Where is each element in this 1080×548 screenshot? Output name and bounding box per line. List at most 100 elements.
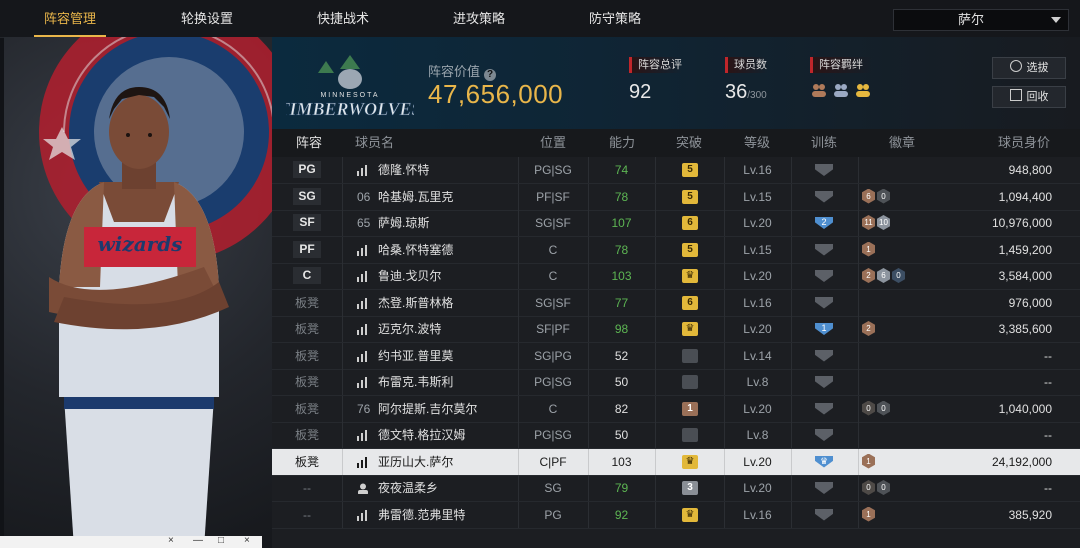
col-breakthrough: 突破 xyxy=(676,135,703,150)
player-value: -- xyxy=(1044,348,1052,363)
close-window-icon[interactable]: × xyxy=(244,535,250,546)
badge-icon[interactable]: 1 xyxy=(862,453,875,469)
badge-icon[interactable]: 1 xyxy=(862,241,875,257)
tab-rotation[interactable]: 轮换设置 xyxy=(171,0,243,37)
minimize-icon[interactable]: — xyxy=(193,535,203,546)
training-badge[interactable] xyxy=(815,482,833,494)
badge-icon[interactable]: 10 xyxy=(877,215,890,230)
badge-icon[interactable]: 2 xyxy=(862,321,875,336)
badge-list: 1 xyxy=(862,506,875,522)
column-divider xyxy=(342,316,343,342)
badge-list: 2 xyxy=(862,321,875,336)
bond-silver-icon[interactable] xyxy=(832,82,850,98)
tab-quick-tactics[interactable]: 快捷战术 xyxy=(307,0,379,37)
player-dropdown-value: 萨尔 xyxy=(957,12,984,27)
training-badge[interactable] xyxy=(815,349,833,362)
refresh-icon xyxy=(1009,60,1022,72)
player-level: Lv.20 xyxy=(743,454,772,469)
col-slot: 阵容 xyxy=(296,135,323,150)
table-row[interactable]: PG 德隆.怀特 PG|SG 74 5 Lv.16 948,800 xyxy=(272,157,1080,184)
column-divider xyxy=(342,289,343,316)
badge-icon[interactable]: 0 xyxy=(877,188,890,204)
badge-icon[interactable]: 0 xyxy=(862,480,875,495)
player-name[interactable]: 德文特.格拉汉姆 xyxy=(378,422,465,448)
table-row[interactable]: 板凳 布雷克.韦斯利 PG|SG 50 Lv.8 -- xyxy=(272,369,1080,396)
table-row[interactable]: -- 弗雷德.范弗里特 PG 92 ♛ Lv.16 1 385,920 xyxy=(272,501,1080,529)
training-badge[interactable] xyxy=(815,376,833,388)
draft-button[interactable]: 选拔 xyxy=(992,57,1066,79)
training-badge[interactable] xyxy=(815,402,833,415)
player-name[interactable]: 哈基姆.瓦里克 xyxy=(378,184,453,210)
training-badge[interactable]: 2 xyxy=(815,217,833,229)
badge-icon[interactable]: 0 xyxy=(862,400,875,416)
column-divider xyxy=(342,422,343,448)
breakthrough-badge: 3 xyxy=(682,481,698,495)
slot-label: SG xyxy=(293,187,321,205)
column-divider xyxy=(791,236,792,263)
badge-icon[interactable]: 11 xyxy=(862,215,875,230)
training-badge[interactable] xyxy=(815,429,833,441)
tab-lineup[interactable]: 阵容管理 xyxy=(34,0,106,37)
team-logo: MINNESOTA TIMBERWOLVES xyxy=(278,51,422,121)
column-divider xyxy=(791,157,792,183)
player-name[interactable]: 德隆.怀特 xyxy=(378,157,429,183)
bond-bronze-icon[interactable] xyxy=(810,82,828,98)
training-badge[interactable] xyxy=(815,270,833,282)
player-name[interactable]: 夜夜温柔乡 xyxy=(378,475,438,501)
table-row[interactable]: 板凳 德文特.格拉汉姆 PG|SG 50 Lv.8 -- xyxy=(272,422,1080,449)
table-row[interactable]: SG 06 哈基姆.瓦里克 PF|SF 78 5 Lv.15 6 0 1,094,400 xyxy=(272,183,1080,211)
recycle-button[interactable]: 回收 xyxy=(992,86,1066,108)
player-name[interactable]: 鲁迪.戈贝尔 xyxy=(378,263,441,289)
player-name[interactable]: 迈克尔.波特 xyxy=(378,316,441,342)
breakthrough-badge: ♛ xyxy=(682,269,698,283)
training-badge[interactable] xyxy=(815,296,833,309)
player-name[interactable]: 萨姆.琼斯 xyxy=(378,210,429,236)
tab-offense[interactable]: 进攻策略 xyxy=(443,0,515,37)
training-badge[interactable] xyxy=(815,190,833,203)
col-badges: 徽章 xyxy=(889,135,916,150)
player-level: Lv.16 xyxy=(743,163,772,177)
player-name[interactable]: 杰登.斯普林格 xyxy=(378,290,453,316)
player-name[interactable]: 哈桑.怀特塞德 xyxy=(378,237,453,263)
table-row[interactable]: SF 65 萨姆.琼斯 SG|SF 107 6 Lv.20 2 11 10 10,976,000 xyxy=(272,210,1080,237)
bond-gold-icon[interactable] xyxy=(854,82,872,98)
table-row[interactable]: 板凳 约书亚.普里莫 SG|PG 52 Lv.14 -- xyxy=(272,342,1080,370)
player-name[interactable]: 亚历山大.萨尔 xyxy=(378,449,453,475)
top-nav: 阵容管理 轮换设置 快捷战术 进攻策略 防守策略 萨尔 xyxy=(0,0,1080,38)
table-row[interactable]: -- 夜夜温柔乡 SG 79 3 Lv.20 0 0 -- xyxy=(272,475,1080,502)
badge-icon[interactable]: 0 xyxy=(892,268,905,283)
player-position: SG|SF xyxy=(535,295,571,310)
column-divider xyxy=(342,157,343,183)
player-level: Lv.20 xyxy=(743,481,772,495)
training-badge[interactable] xyxy=(815,243,833,256)
badge-icon[interactable]: 6 xyxy=(862,188,875,204)
close-icon[interactable]: × xyxy=(168,535,174,546)
column-divider xyxy=(858,395,859,422)
column-divider xyxy=(791,369,792,395)
table-row[interactable]: 板凳 迈克尔.波特 SF|PF 98 ♛ Lv.20 1 2 3,385,600 xyxy=(272,316,1080,343)
player-name[interactable]: 弗雷德.范弗里特 xyxy=(378,502,465,528)
player-name[interactable]: 约书亚.普里莫 xyxy=(378,343,453,369)
badge-icon[interactable]: 0 xyxy=(877,480,890,495)
table-row[interactable]: 板凳 76 阿尔提斯.吉尔莫尔 C 82 1 Lv.20 0 0 1,040,000 xyxy=(272,395,1080,423)
badge-icon[interactable]: 0 xyxy=(877,400,890,416)
player-name[interactable]: 阿尔提斯.吉尔莫尔 xyxy=(378,396,477,422)
player-name[interactable]: 布雷克.韦斯利 xyxy=(378,369,453,395)
training-badge[interactable] xyxy=(815,164,833,176)
player-position: C xyxy=(548,242,558,257)
training-badge[interactable]: 1 xyxy=(815,323,833,335)
table-row[interactable]: PF 哈桑.怀特塞德 C 78 5 Lv.15 1 1,459,200 xyxy=(272,236,1080,264)
badge-icon[interactable]: 2 xyxy=(862,268,875,283)
tab-defense[interactable]: 防守策略 xyxy=(579,0,651,37)
badge-icon[interactable]: 6 xyxy=(877,268,890,283)
table-row[interactable]: C 鲁迪.戈贝尔 C 103 ♛ Lv.20 2 6 0 3,584,000 xyxy=(272,263,1080,290)
player-value: 1,040,000 xyxy=(998,401,1052,416)
table-row[interactable]: 板凳 亚历山大.萨尔 C|PF 103 ♛ Lv.20 ♛ 1 24,192,000 xyxy=(272,448,1080,476)
badge-icon[interactable]: 1 xyxy=(862,506,875,522)
player-dropdown[interactable]: 萨尔 xyxy=(893,9,1069,31)
training-badge[interactable] xyxy=(815,508,833,521)
training-badge[interactable]: ♛ xyxy=(815,455,833,468)
table-row[interactable]: 板凳 杰登.斯普林格 SG|SF 77 6 Lv.16 976,000 xyxy=(272,289,1080,317)
slot-label: 板凳 xyxy=(294,322,319,336)
maximize-icon[interactable]: □ xyxy=(218,535,224,546)
